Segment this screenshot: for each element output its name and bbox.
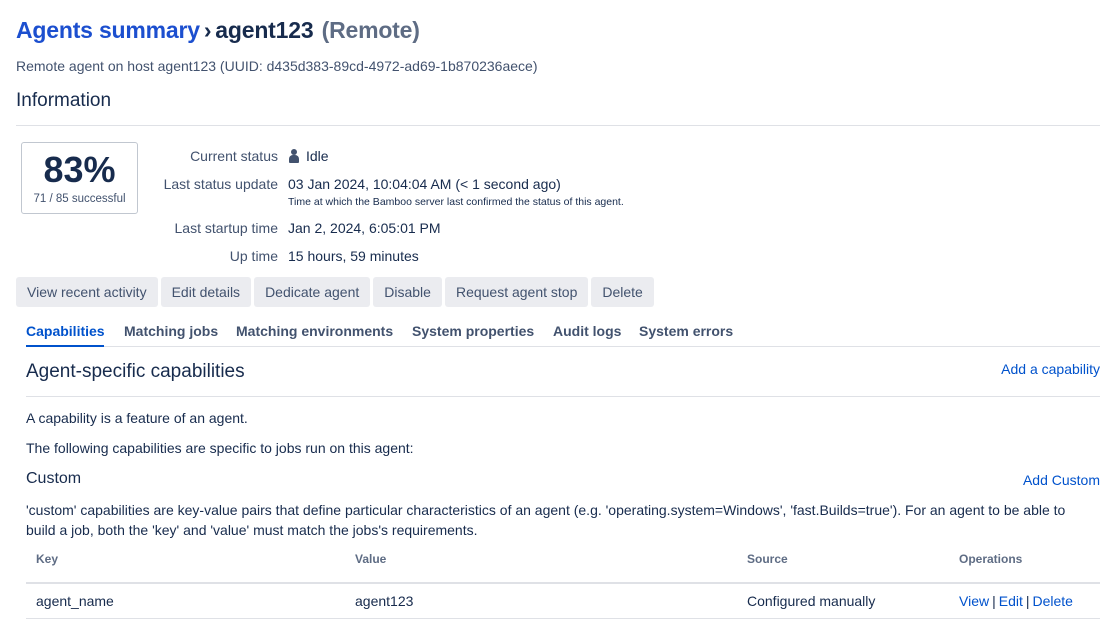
page-title: Agents summary › agent123 (Remote) bbox=[16, 17, 420, 44]
view-capability-link[interactable]: View bbox=[959, 593, 989, 609]
operation-separator: | bbox=[992, 593, 996, 609]
edit-details-button[interactable]: Edit details bbox=[160, 277, 252, 307]
column-header-key: Key bbox=[36, 552, 59, 566]
uptime-value: 15 hours, 59 minutes bbox=[288, 248, 419, 264]
person-icon bbox=[288, 149, 300, 163]
current-status-label: Current status bbox=[190, 148, 278, 164]
dedicate-agent-button[interactable]: Dedicate agent bbox=[254, 277, 371, 307]
startup-label: Last startup time bbox=[174, 220, 279, 236]
custom-description: 'custom' capabilities are key-value pair… bbox=[26, 502, 1066, 538]
capability-operations: View | Edit | Delete bbox=[959, 593, 1073, 609]
breadcrumb-separator: › bbox=[203, 17, 212, 43]
capability-specific-text: The following capabilities are specific … bbox=[26, 440, 414, 456]
section-divider bbox=[16, 125, 1100, 126]
status-text: Idle bbox=[306, 148, 329, 164]
column-header-operations: Operations bbox=[959, 552, 1023, 566]
last-update-note: Time at which the Bamboo server last con… bbox=[288, 196, 624, 208]
capabilities-divider bbox=[26, 396, 1100, 397]
active-tab-indicator bbox=[26, 345, 104, 347]
agent-subtitle: Remote agent on host agent123 (UUID: d43… bbox=[16, 58, 538, 74]
success-count: 71 / 85 successful bbox=[33, 193, 126, 205]
edit-capability-link[interactable]: Edit bbox=[999, 593, 1023, 609]
agent-name-heading: agent123 bbox=[215, 17, 314, 43]
agent-type-label: (Remote) bbox=[321, 17, 420, 43]
tab-capabilities[interactable]: Capabilities bbox=[26, 323, 105, 339]
tab-audit-logs[interactable]: Audit logs bbox=[553, 323, 621, 339]
tab-system-properties[interactable]: System properties bbox=[412, 323, 534, 339]
operation-separator: | bbox=[1025, 593, 1030, 609]
tab-matching-jobs[interactable]: Matching jobs bbox=[124, 323, 218, 339]
view-recent-activity-button[interactable]: View recent activity bbox=[16, 277, 158, 307]
capability-value: agent123 bbox=[355, 593, 414, 609]
delete-capability-link[interactable]: Delete bbox=[1033, 593, 1073, 609]
add-custom-link[interactable]: Add Custom bbox=[1023, 472, 1100, 488]
information-heading: Information bbox=[16, 90, 112, 111]
column-header-source: Source bbox=[747, 552, 788, 566]
table-row-divider bbox=[26, 618, 1100, 619]
capability-intro: A capability is a feature of an agent. bbox=[26, 410, 248, 426]
uptime-label: Up time bbox=[229, 248, 278, 264]
tab-matching-environments[interactable]: Matching environments bbox=[236, 323, 393, 339]
column-header-value: Value bbox=[355, 552, 387, 566]
custom-heading: Custom bbox=[26, 470, 82, 487]
disable-button[interactable]: Disable bbox=[373, 277, 442, 307]
tab-system-errors[interactable]: System errors bbox=[639, 323, 733, 339]
add-capability-link[interactable]: Add a capability bbox=[1001, 361, 1100, 377]
agent-tabs: Capabilities Matching jobs Matching envi… bbox=[26, 320, 1100, 347]
breadcrumb-agents-summary-link[interactable]: Agents summary bbox=[16, 17, 200, 43]
startup-value: Jan 2, 2024, 6:05:01 PM bbox=[288, 220, 441, 236]
success-rate-box: 83% 71 / 85 successful bbox=[21, 142, 138, 214]
success-rate-percent: 83% bbox=[43, 149, 116, 190]
last-update-value: 03 Jan 2024, 10:04:04 AM (< 1 second ago… bbox=[288, 176, 561, 192]
delete-agent-button[interactable]: Delete bbox=[591, 277, 654, 307]
capability-source: Configured manually bbox=[747, 593, 876, 609]
table-header-divider bbox=[26, 582, 1100, 584]
last-update-label: Last status update bbox=[163, 176, 278, 192]
current-status-value: Idle bbox=[288, 148, 329, 164]
request-agent-stop-button[interactable]: Request agent stop bbox=[444, 277, 589, 307]
agent-actions-toolbar: View recent activity Edit details Dedica… bbox=[16, 277, 654, 307]
capabilities-heading: Agent-specific capabilities bbox=[26, 361, 245, 382]
capability-key-link[interactable]: agent_name bbox=[36, 593, 114, 609]
